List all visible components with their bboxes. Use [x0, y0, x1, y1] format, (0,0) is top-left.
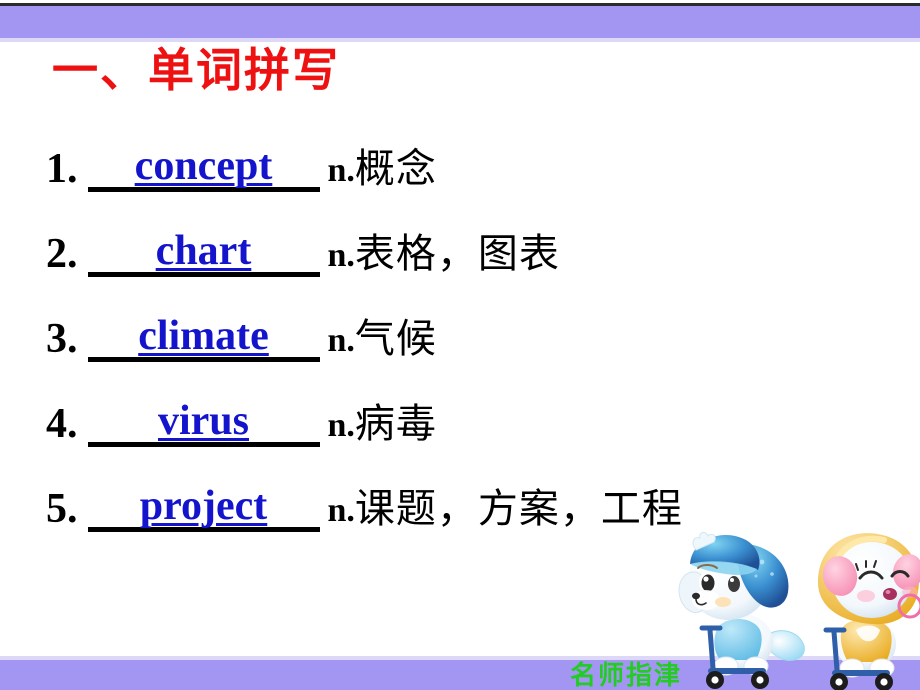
answer-word: chart	[155, 228, 252, 274]
bottom-decorative-band	[0, 660, 920, 690]
part-of-speech: n.	[327, 407, 355, 444]
row-number: 1.	[46, 146, 78, 192]
chinese-meaning: 表格，图表	[354, 231, 560, 277]
word-row: 5. project n. 课题，方案，工程	[46, 482, 906, 567]
top-decorative-band	[0, 3, 920, 41]
word-row: 3. climate n. 气候	[46, 312, 906, 397]
answer-blank[interactable]: project	[87, 482, 320, 532]
word-row: 2. chart n. 表格，图表	[46, 227, 906, 312]
part-of-speech: n.	[327, 322, 355, 359]
answer-blank[interactable]: concept	[87, 142, 320, 192]
part-of-speech: n.	[327, 492, 355, 529]
chinese-meaning: 课题，方案，工程	[354, 486, 683, 532]
row-number: 5.	[46, 486, 78, 532]
chinese-meaning: 概念	[354, 146, 437, 192]
chinese-meaning: 气候	[354, 316, 437, 362]
answer-blank[interactable]: chart	[87, 227, 320, 277]
answer-word: climate	[138, 313, 269, 359]
word-spelling-list: 1. concept n. 概念 2. chart n. 表格，图表 3. cl…	[46, 142, 906, 567]
word-row: 4. virus n. 病毒	[46, 397, 906, 482]
row-number: 4.	[46, 401, 78, 447]
answer-word: virus	[157, 398, 249, 444]
answer-blank[interactable]: climate	[87, 312, 320, 362]
answer-blank[interactable]: virus	[87, 397, 320, 447]
chinese-meaning: 病毒	[354, 401, 437, 447]
part-of-speech: n.	[327, 237, 355, 274]
row-number: 2.	[46, 231, 78, 277]
footer-watermark: 名师指津	[570, 661, 683, 690]
top-band-shadow	[0, 38, 920, 42]
slide-canvas: 一、单词拼写 1. concept n. 概念 2. chart n. 表格，图…	[0, 0, 920, 690]
part-of-speech: n.	[327, 152, 355, 189]
answer-word: project	[139, 483, 268, 529]
word-row: 1. concept n. 概念	[46, 142, 906, 227]
row-number: 3.	[46, 316, 78, 362]
page-title: 一、单词拼写	[52, 43, 340, 97]
answer-word: concept	[134, 143, 273, 189]
